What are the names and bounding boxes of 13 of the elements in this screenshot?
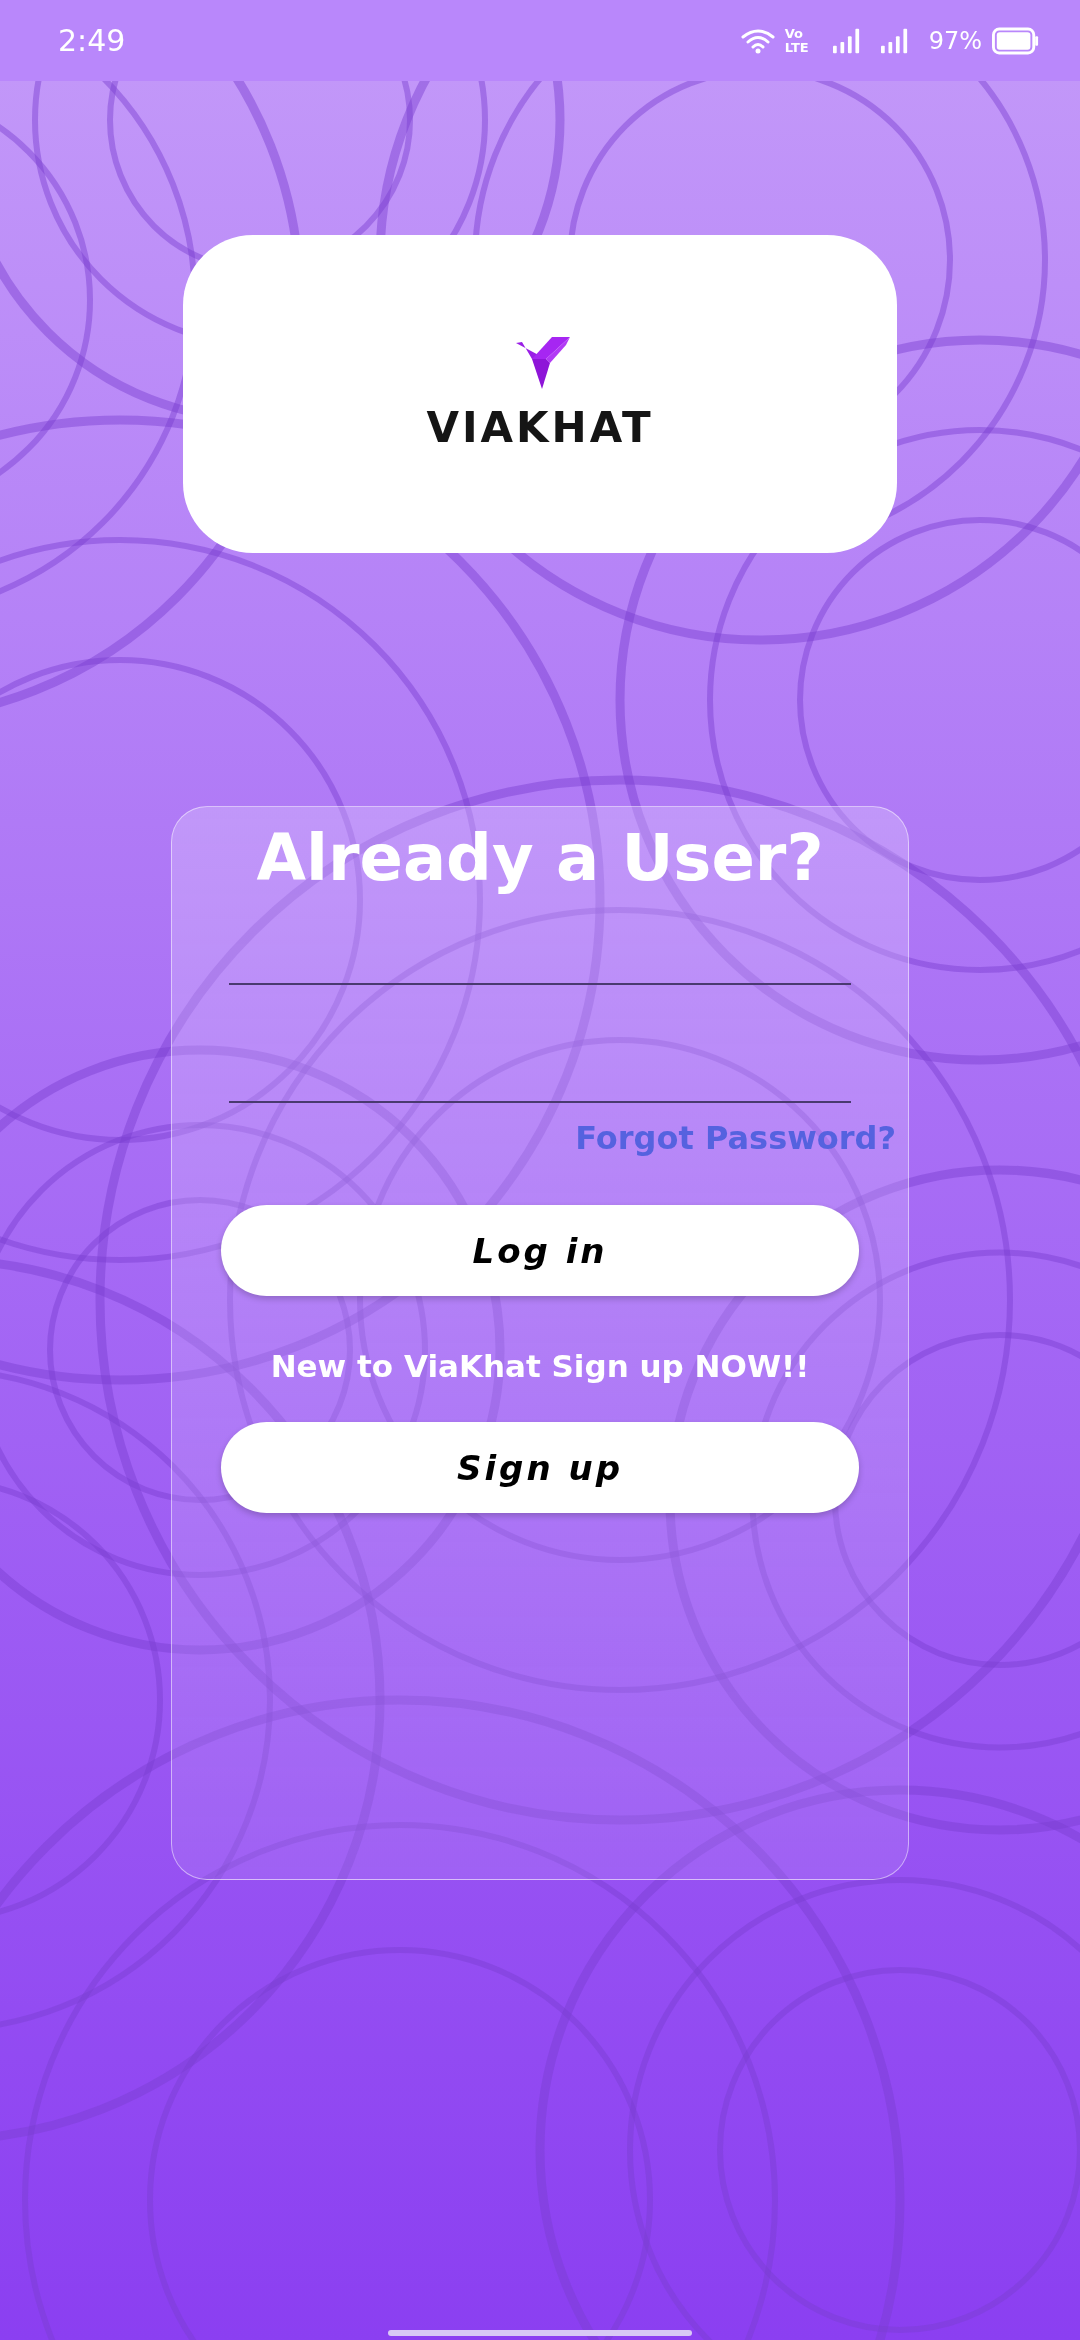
status-time: 2:49	[58, 23, 126, 58]
signal-icon	[832, 27, 861, 54]
battery-percent: 97%	[928, 26, 982, 55]
login-button[interactable]: Log in	[221, 1205, 859, 1296]
card-title: Already a User?	[256, 821, 824, 895]
signal-icon	[880, 27, 909, 54]
bird-logo-icon	[516, 336, 570, 389]
wifi-icon	[740, 27, 775, 54]
signup-button[interactable]: Sign up	[221, 1422, 859, 1513]
brand-name: VIAKHAT	[426, 402, 654, 452]
volte-indicator: Vo LTE	[784, 26, 809, 55]
signup-prompt: New to ViaKhat Sign up NOW!!	[270, 1348, 810, 1384]
battery-icon	[992, 26, 1040, 55]
